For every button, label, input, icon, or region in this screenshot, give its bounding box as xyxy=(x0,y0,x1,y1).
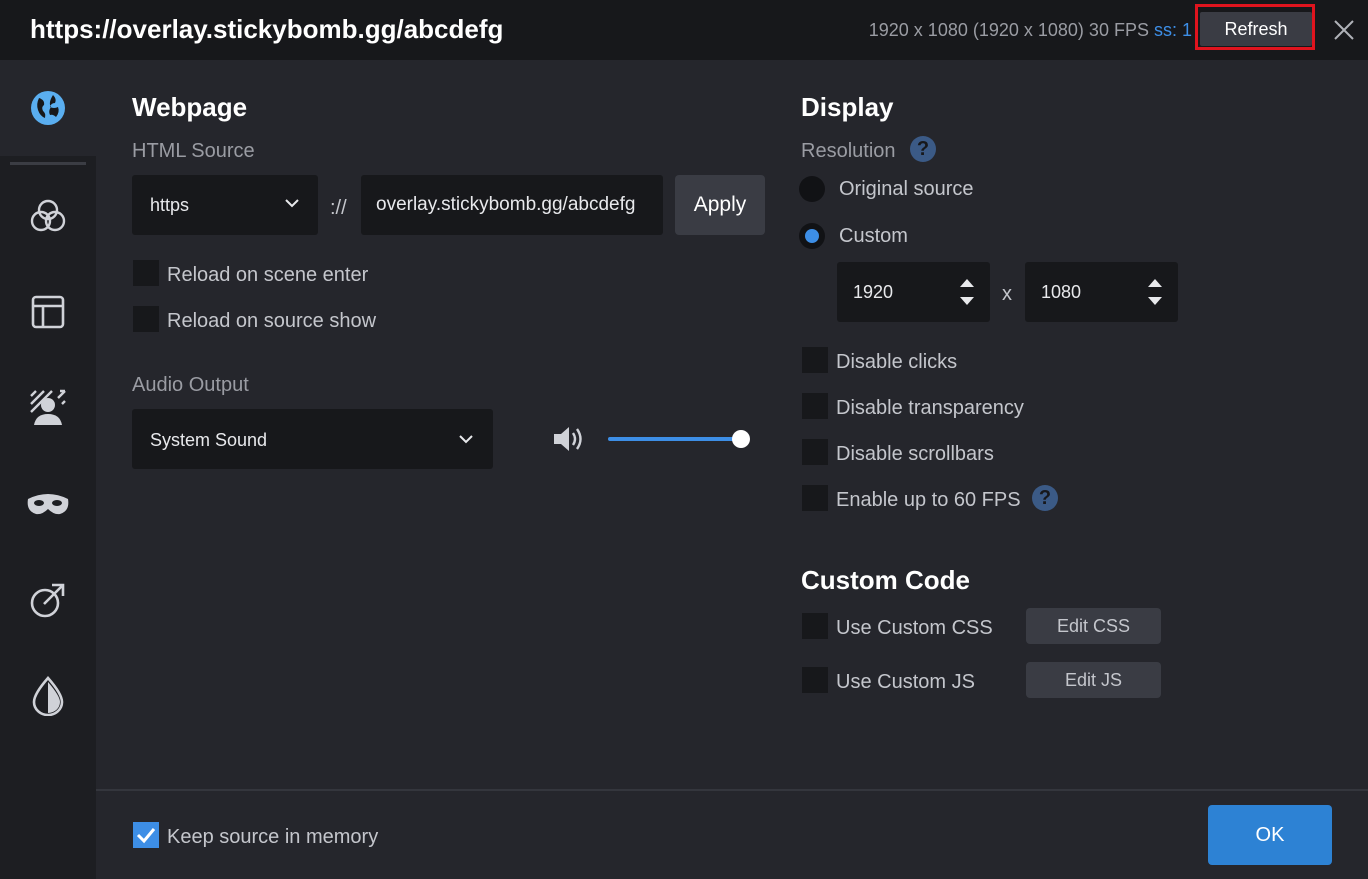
resolution-x-label: x xyxy=(1002,283,1012,305)
disable-clicks-checkbox[interactable] xyxy=(802,347,828,373)
spin-arrows-icon[interactable] xyxy=(1146,276,1164,308)
disable-clicks-label: Disable clicks xyxy=(836,351,958,373)
reload-scene-checkbox[interactable] xyxy=(133,260,159,286)
link-arrow-icon xyxy=(30,583,65,618)
sidebar xyxy=(0,60,96,879)
color-circles-icon xyxy=(30,199,66,232)
background-person-icon xyxy=(30,389,66,425)
volume-slider-knob[interactable] xyxy=(732,430,750,448)
protocol-value: https xyxy=(150,195,190,215)
reload-scene-label: Reload on scene enter xyxy=(167,264,369,286)
custom-css-label: Use Custom CSS xyxy=(836,617,993,639)
sidebar-divider xyxy=(10,162,86,165)
resolution-fps-text: 1920 x 1080 (1920 x 1080) 30 FPS xyxy=(868,20,1149,40)
audio-output-label: Audio Output xyxy=(132,374,249,396)
custom-js-label: Use Custom JS xyxy=(836,671,975,693)
sidebar-item-link[interactable] xyxy=(0,552,96,648)
window-title: https://overlay.stickybomb.gg/abcdefg xyxy=(30,14,504,44)
edit-js-button[interactable]: Edit JS xyxy=(1026,662,1161,698)
audio-device-value: System Sound xyxy=(150,430,268,450)
original-source-label: Original source xyxy=(839,178,974,200)
custom-label: Custom xyxy=(839,225,908,247)
globe-icon xyxy=(31,91,65,125)
help-icon[interactable]: ? xyxy=(910,136,936,162)
protocol-separator: :// xyxy=(330,197,347,219)
title-bar: https://overlay.stickybomb.gg/abcdefg 19… xyxy=(0,0,1368,60)
height-value: 1080 xyxy=(1041,282,1082,302)
disable-transparency-checkbox[interactable] xyxy=(802,393,828,419)
sidebar-item-contrast[interactable] xyxy=(0,648,96,744)
ok-button[interactable]: OK xyxy=(1208,805,1332,865)
close-icon[interactable] xyxy=(1330,16,1358,44)
chevron-down-icon xyxy=(285,199,299,208)
checkmark-icon xyxy=(136,828,156,844)
sidebar-item-layout[interactable] xyxy=(0,264,96,360)
keep-memory-label: Keep source in memory xyxy=(167,826,379,848)
layout-icon xyxy=(31,295,65,329)
resolution-label: Resolution xyxy=(801,140,896,162)
sidebar-item-webpage[interactable] xyxy=(0,60,96,156)
custom-radio[interactable] xyxy=(799,223,825,249)
reload-show-label: Reload on source show xyxy=(167,310,377,332)
ss-text: ss: 1 xyxy=(1153,20,1192,40)
stats-readout: 1920 x 1080 (1920 x 1080) 30 FPS ss: 1 xyxy=(869,20,1192,41)
spin-arrows-icon[interactable] xyxy=(958,276,976,308)
disable-scrollbars-checkbox[interactable] xyxy=(802,439,828,465)
disable-scrollbars-label: Disable scrollbars xyxy=(836,443,994,465)
original-source-radio[interactable] xyxy=(799,176,825,202)
refresh-button[interactable]: Refresh xyxy=(1200,12,1312,46)
mask-icon xyxy=(27,494,69,515)
html-source-label: HTML Source xyxy=(132,140,255,162)
width-value: 1920 xyxy=(853,282,894,302)
sidebar-item-color[interactable] xyxy=(0,168,96,264)
webpage-heading: Webpage xyxy=(132,92,248,122)
disable-transparency-label: Disable transparency xyxy=(836,397,1024,419)
reload-show-checkbox[interactable] xyxy=(133,306,159,332)
edit-css-button[interactable]: Edit CSS xyxy=(1026,608,1161,644)
help-icon[interactable]: ? xyxy=(1032,485,1058,511)
url-value: overlay.stickybomb.gg/abcdefg xyxy=(376,194,636,215)
volume-icon[interactable] xyxy=(552,424,586,454)
keep-memory-checkbox[interactable] xyxy=(133,822,159,848)
sidebar-item-mask[interactable] xyxy=(0,456,96,552)
chevron-down-icon xyxy=(459,435,473,444)
width-spinbox[interactable]: 1920 xyxy=(837,262,990,322)
height-spinbox[interactable]: 1080 xyxy=(1025,262,1178,322)
enable-60fps-checkbox[interactable] xyxy=(802,485,828,511)
volume-slider-track[interactable] xyxy=(608,437,742,441)
apply-button[interactable]: Apply xyxy=(675,175,765,235)
audio-output-select[interactable]: System Sound xyxy=(132,409,493,469)
display-heading: Display xyxy=(801,92,894,122)
custom-js-checkbox[interactable] xyxy=(802,667,828,693)
footer-divider xyxy=(96,789,1368,791)
custom-css-checkbox[interactable] xyxy=(802,613,828,639)
custom-code-heading: Custom Code xyxy=(801,565,970,595)
sidebar-item-background[interactable] xyxy=(0,360,96,456)
enable-60fps-label: Enable up to 60 FPS xyxy=(836,489,1021,511)
contrast-drop-icon xyxy=(32,676,64,716)
url-input[interactable]: overlay.stickybomb.gg/abcdefg xyxy=(361,175,663,235)
protocol-select[interactable]: https xyxy=(132,175,318,235)
